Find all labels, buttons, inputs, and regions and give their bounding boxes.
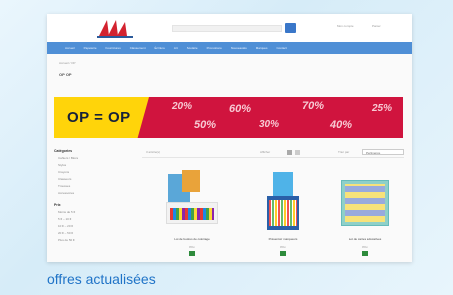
list-view-icon[interactable] [295,150,300,155]
sidebar-item[interactable]: Crayons [54,170,134,174]
product-price: Prix [189,245,195,249]
product-image[interactable] [335,166,395,234]
sidebar-item[interactable]: Trousses [54,184,134,188]
sidebar-item[interactable]: Stylos [54,163,134,167]
banner-percent: 60% [229,103,252,115]
product-price: Prix [280,245,286,249]
add-to-cart-button[interactable] [280,251,286,256]
sidebar-section-title: Catégories [54,149,73,153]
product-image[interactable] [162,166,222,234]
banner-percent: 40% [330,119,353,131]
nav-item-papeterie[interactable]: Papeterie [84,46,97,50]
nav-item-promotions[interactable]: Promotions [207,46,222,50]
add-to-cart-button[interactable] [362,251,368,256]
grid-view-icon[interactable] [287,150,292,155]
banner-percent: 30% [259,119,280,130]
nav-item-marques[interactable]: Marques [256,46,268,50]
filter-sidebar: Catégories Cahiers / Blocs Stylos Crayon… [54,149,134,245]
banner-percent: 20% [172,101,193,112]
search-input[interactable] [172,25,282,32]
product-count: 3 article(s) [146,150,161,154]
cart-link[interactable]: Panier [372,24,381,28]
add-to-cart-button[interactable] [189,251,195,256]
website-screenshot: MOUTON BUREAU Mon compte Panier Accueil … [47,14,412,262]
product-card[interactable]: Lot de cartes éducatives Prix [335,166,395,256]
product-toolbar: 3 article(s) Afficher Trier par Pertinen… [142,149,404,158]
banner-percent: 70% [302,100,325,112]
banner-percent: 25% [372,103,393,114]
page-background: MOUTON BUREAU Mon compte Panier Accueil … [0,0,453,295]
main-nav: Accueil Papeterie Fournitures Classement… [47,42,412,54]
breadcrumb[interactable]: Accueil / OP [59,61,76,65]
nav-item-fournitures[interactable]: Fournitures [106,46,121,50]
page-title: OP OP [59,72,72,77]
nav-item-scolaire[interactable]: Scolaire [187,46,198,50]
sidebar-item[interactable]: Accessoires [54,191,134,195]
nav-item-nouveautes[interactable]: Nouveautés [231,46,247,50]
sidebar-item[interactable]: Classeurs [54,177,134,181]
product-name[interactable]: Lot de cartes éducatives [335,237,395,241]
nav-item-ecriture[interactable]: Écriture [155,46,165,50]
nav-item-contact[interactable]: Contact [276,46,286,50]
product-name[interactable]: Présentoir marqueurs [253,237,313,241]
sidebar-item[interactable]: 10 € – 20 € [54,224,134,228]
sort-select[interactable]: Pertinence [362,149,404,155]
sidebar-item[interactable]: Plus de 50 € [54,238,134,242]
nav-item-classement[interactable]: Classement [130,46,146,50]
product-image[interactable] [253,166,313,234]
sort-label: Trier par [338,150,350,154]
product-name[interactable]: Lot de feutres de coloriage [162,237,222,241]
show-label: Afficher [260,150,271,154]
sidebar-item[interactable]: Cahiers / Blocs [54,156,134,160]
promo-banner[interactable]: OP = OP 20% 50% 60% 30% 70% 40% 25% [54,97,403,138]
site-header: MOUTON BUREAU Mon compte Panier [47,14,412,42]
sidebar-item[interactable]: 20 € – 50 € [54,231,134,235]
caption-text: offres actualisées [47,271,156,287]
logo-text: MOUTON BUREAU [101,35,129,39]
banner-title: OP = OP [67,109,131,126]
account-link[interactable]: Mon compte [337,24,354,28]
product-card[interactable]: Lot de feutres de coloriage Prix [162,166,222,256]
nav-item-home[interactable]: Accueil [65,46,75,50]
sidebar-item[interactable]: Moins de 5 € [54,210,134,214]
product-price: Prix [362,245,368,249]
product-card[interactable]: Présentoir marqueurs Prix [253,166,313,256]
search-button[interactable] [285,23,296,33]
sidebar-item[interactable]: 5 € – 10 € [54,217,134,221]
banner-percent: 50% [194,119,217,131]
nav-item-art[interactable]: Art [174,46,178,50]
sort-select-value: Pertinence [366,151,381,155]
sidebar-section-title: Prix [54,203,61,207]
